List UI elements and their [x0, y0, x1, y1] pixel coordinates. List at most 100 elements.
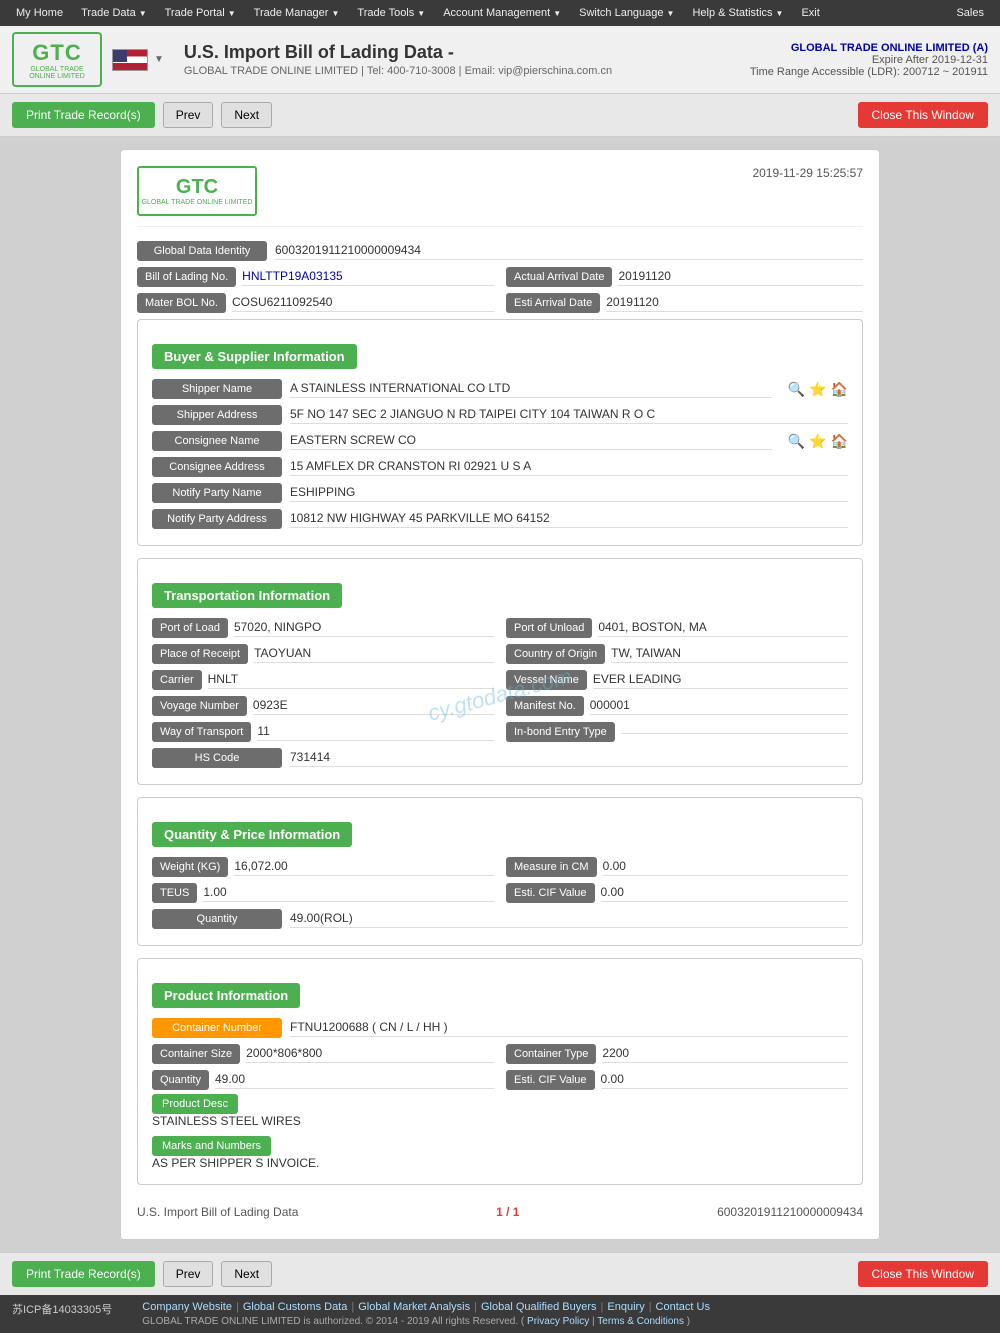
weight-col: Weight (KG) 16,072.00 — [152, 857, 494, 877]
flag-selector[interactable]: ▼ — [112, 49, 164, 71]
port-unload-col: Port of Unload 0401, BOSTON, MA — [506, 618, 848, 638]
teus-col: TEUS 1.00 — [152, 883, 494, 903]
nav-items-left: My Home Trade Data ▼ Trade Portal ▼ Trad… — [8, 3, 828, 23]
prev-button[interactable]: Prev — [163, 102, 214, 128]
top-navigation: My Home Trade Data ▼ Trade Portal ▼ Trad… — [0, 0, 1000, 26]
print-record-button[interactable]: Print Trade Record(s) — [12, 102, 155, 128]
nav-switch-language[interactable]: Switch Language ▼ — [571, 3, 682, 23]
close-window-button[interactable]: Close This Window — [858, 102, 988, 128]
bottom-print-button[interactable]: Print Trade Record(s) — [12, 1261, 155, 1287]
notify-party-address-label: Notify Party Address — [152, 509, 282, 529]
record-timestamp: 2019-11-29 15:25:57 — [752, 166, 863, 180]
mater-bol-col: Mater BOL No. COSU6211092540 — [137, 293, 494, 313]
teus-cif-row: TEUS 1.00 Esti. CIF Value 0.00 — [152, 883, 848, 903]
transport-inbond-row: Way of Transport 11 In-bond Entry Type — [152, 722, 848, 742]
star-icon[interactable]: ⭐ — [809, 381, 826, 398]
mater-bol-value: COSU6211092540 — [232, 295, 494, 312]
logo-text: GTC — [32, 40, 81, 66]
port-load-value: 57020, NINGPO — [234, 620, 494, 637]
footer-contact-us[interactable]: Contact Us — [656, 1301, 710, 1313]
nav-help-statistics[interactable]: Help & Statistics ▼ — [684, 3, 791, 23]
weight-value: 16,072.00 — [234, 859, 494, 876]
notify-party-name-row: Notify Party Name ESHIPPING — [152, 483, 848, 503]
nav-my-home[interactable]: My Home — [8, 3, 71, 23]
mater-bol-row: Mater BOL No. COSU6211092540 Esti Arriva… — [137, 293, 863, 313]
country-origin-value: TW, TAIWAN — [611, 646, 848, 663]
marks-section: Marks and Numbers AS PER SHIPPER S INVOI… — [152, 1138, 848, 1174]
contact-info: GLOBAL TRADE ONLINE LIMITED | Tel: 400-7… — [184, 65, 730, 77]
footer-global-market[interactable]: Global Market Analysis — [358, 1301, 470, 1313]
port-load-col: Port of Load 57020, NINGPO — [152, 618, 494, 638]
place-receipt-col: Place of Receipt TAOYUAN — [152, 644, 494, 664]
shipper-address-label: Shipper Address — [152, 405, 282, 425]
prod-qty-value: 49.00 — [215, 1072, 494, 1089]
mater-bol-label: Mater BOL No. — [137, 293, 226, 313]
footer-enquiry[interactable]: Enquiry — [607, 1301, 644, 1313]
main-content: cy.gtodata.com GTC GLOBAL TRADE ONLINE L… — [0, 137, 1000, 1252]
footer-company-website[interactable]: Company Website — [142, 1301, 232, 1313]
esti-cif-label: Esti. CIF Value — [506, 883, 595, 903]
quantity-price-section: Quantity & Price Information Weight (KG)… — [137, 797, 863, 946]
container-number-value: FTNU1200688 ( CN / L / HH ) — [290, 1020, 848, 1037]
record-logo: GTC GLOBAL TRADE ONLINE LIMITED — [137, 166, 257, 216]
bottom-close-button[interactable]: Close This Window — [858, 1261, 988, 1287]
footer-privacy[interactable]: Privacy Policy — [527, 1316, 589, 1327]
nav-trade-portal[interactable]: Trade Portal ▼ — [157, 3, 244, 23]
bottom-prev-button[interactable]: Prev — [163, 1261, 214, 1287]
footer-global-buyers[interactable]: Global Qualified Buyers — [481, 1301, 597, 1313]
place-receipt-value: TAOYUAN — [254, 646, 494, 663]
record-card: cy.gtodata.com GTC GLOBAL TRADE ONLINE L… — [120, 149, 880, 1240]
footer-terms[interactable]: Terms & Conditions — [597, 1316, 684, 1327]
bottom-toolbar: Print Trade Record(s) Prev Next Close Th… — [0, 1252, 1000, 1295]
consignee-address-row: Consignee Address 15 AMFLEX DR CRANSTON … — [152, 457, 848, 477]
buyer-supplier-section: Buyer & Supplier Information Shipper Nam… — [137, 319, 863, 546]
quantity-value: 49.00(ROL) — [290, 911, 848, 928]
expire-info: Expire After 2019-12-31 — [750, 54, 988, 66]
quantity-price-header: Quantity & Price Information — [152, 822, 352, 847]
consignee-address-label: Consignee Address — [152, 457, 282, 477]
carrier-col: Carrier HNLT — [152, 670, 494, 690]
product-info-section: Product Information Container Number FTN… — [137, 958, 863, 1185]
flag-dropdown-arrow[interactable]: ▼ — [154, 54, 164, 65]
prod-qty-label: Quantity — [152, 1070, 209, 1090]
nav-account-management[interactable]: Account Management ▼ — [435, 3, 569, 23]
esti-cif-value: 0.00 — [601, 885, 848, 902]
footer-copyright: GLOBAL TRADE ONLINE LIMITED is authorize… — [142, 1316, 988, 1327]
nav-trade-tools[interactable]: Trade Tools ▼ — [349, 3, 433, 23]
quantity-label: Quantity — [152, 909, 282, 929]
container-size-value: 2000*806*800 — [246, 1046, 494, 1063]
footer-global-customs[interactable]: Global Customs Data — [243, 1301, 348, 1313]
shipper-name-row: Shipper Name A STAINLESS INTERNATIONAL C… — [152, 379, 848, 399]
nav-trade-data[interactable]: Trade Data ▼ — [73, 3, 155, 23]
consignee-home-icon[interactable]: 🏠 — [831, 433, 848, 450]
notify-party-address-row: Notify Party Address 10812 NW HIGHWAY 45… — [152, 509, 848, 529]
teus-value: 1.00 — [203, 885, 494, 902]
bottom-next-button[interactable]: Next — [221, 1261, 272, 1287]
vessel-name-label: Vessel Name — [506, 670, 587, 690]
next-button[interactable]: Next — [221, 102, 272, 128]
esti-cif-col: Esti. CIF Value 0.00 — [506, 883, 848, 903]
port-row: Port of Load 57020, NINGPO Port of Unloa… — [152, 618, 848, 638]
measure-cm-value: 0.00 — [603, 859, 848, 876]
consignee-search-icon[interactable]: 🔍 — [788, 433, 805, 450]
transportation-section: Transportation Information Port of Load … — [137, 558, 863, 785]
search-icon[interactable]: 🔍 — [788, 381, 805, 398]
carrier-value: HNLT — [208, 672, 494, 689]
actual-arrival-col: Actual Arrival Date 20191120 — [506, 267, 863, 287]
notify-party-name-value: ESHIPPING — [290, 485, 848, 502]
nav-trade-manager[interactable]: Trade Manager ▼ — [246, 3, 348, 23]
product-info-header: Product Information — [152, 983, 300, 1008]
bol-value: HNLTTP19A03135 — [242, 269, 494, 286]
company-logo: GTC GLOBAL TRADEONLINE LIMITED — [12, 32, 102, 87]
port-load-label: Port of Load — [152, 618, 228, 638]
nav-exit[interactable]: Exit — [793, 3, 827, 23]
prod-cif-value: 0.00 — [601, 1072, 848, 1089]
account-name: GLOBAL TRADE ONLINE LIMITED (A) — [750, 42, 988, 54]
container-type-value: 2200 — [602, 1046, 848, 1063]
notify-party-address-value: 10812 NW HIGHWAY 45 PARKVILLE MO 64152 — [290, 511, 848, 528]
home-icon[interactable]: 🏠 — [831, 381, 848, 398]
shipper-action-icons: 🔍 ⭐ 🏠 — [788, 381, 848, 398]
consignee-star-icon[interactable]: ⭐ — [809, 433, 826, 450]
voyage-manifest-row: Voyage Number 0923E Manifest No. 000001 — [152, 696, 848, 716]
global-data-identity-value: 6003201911210000009434 — [275, 243, 863, 260]
